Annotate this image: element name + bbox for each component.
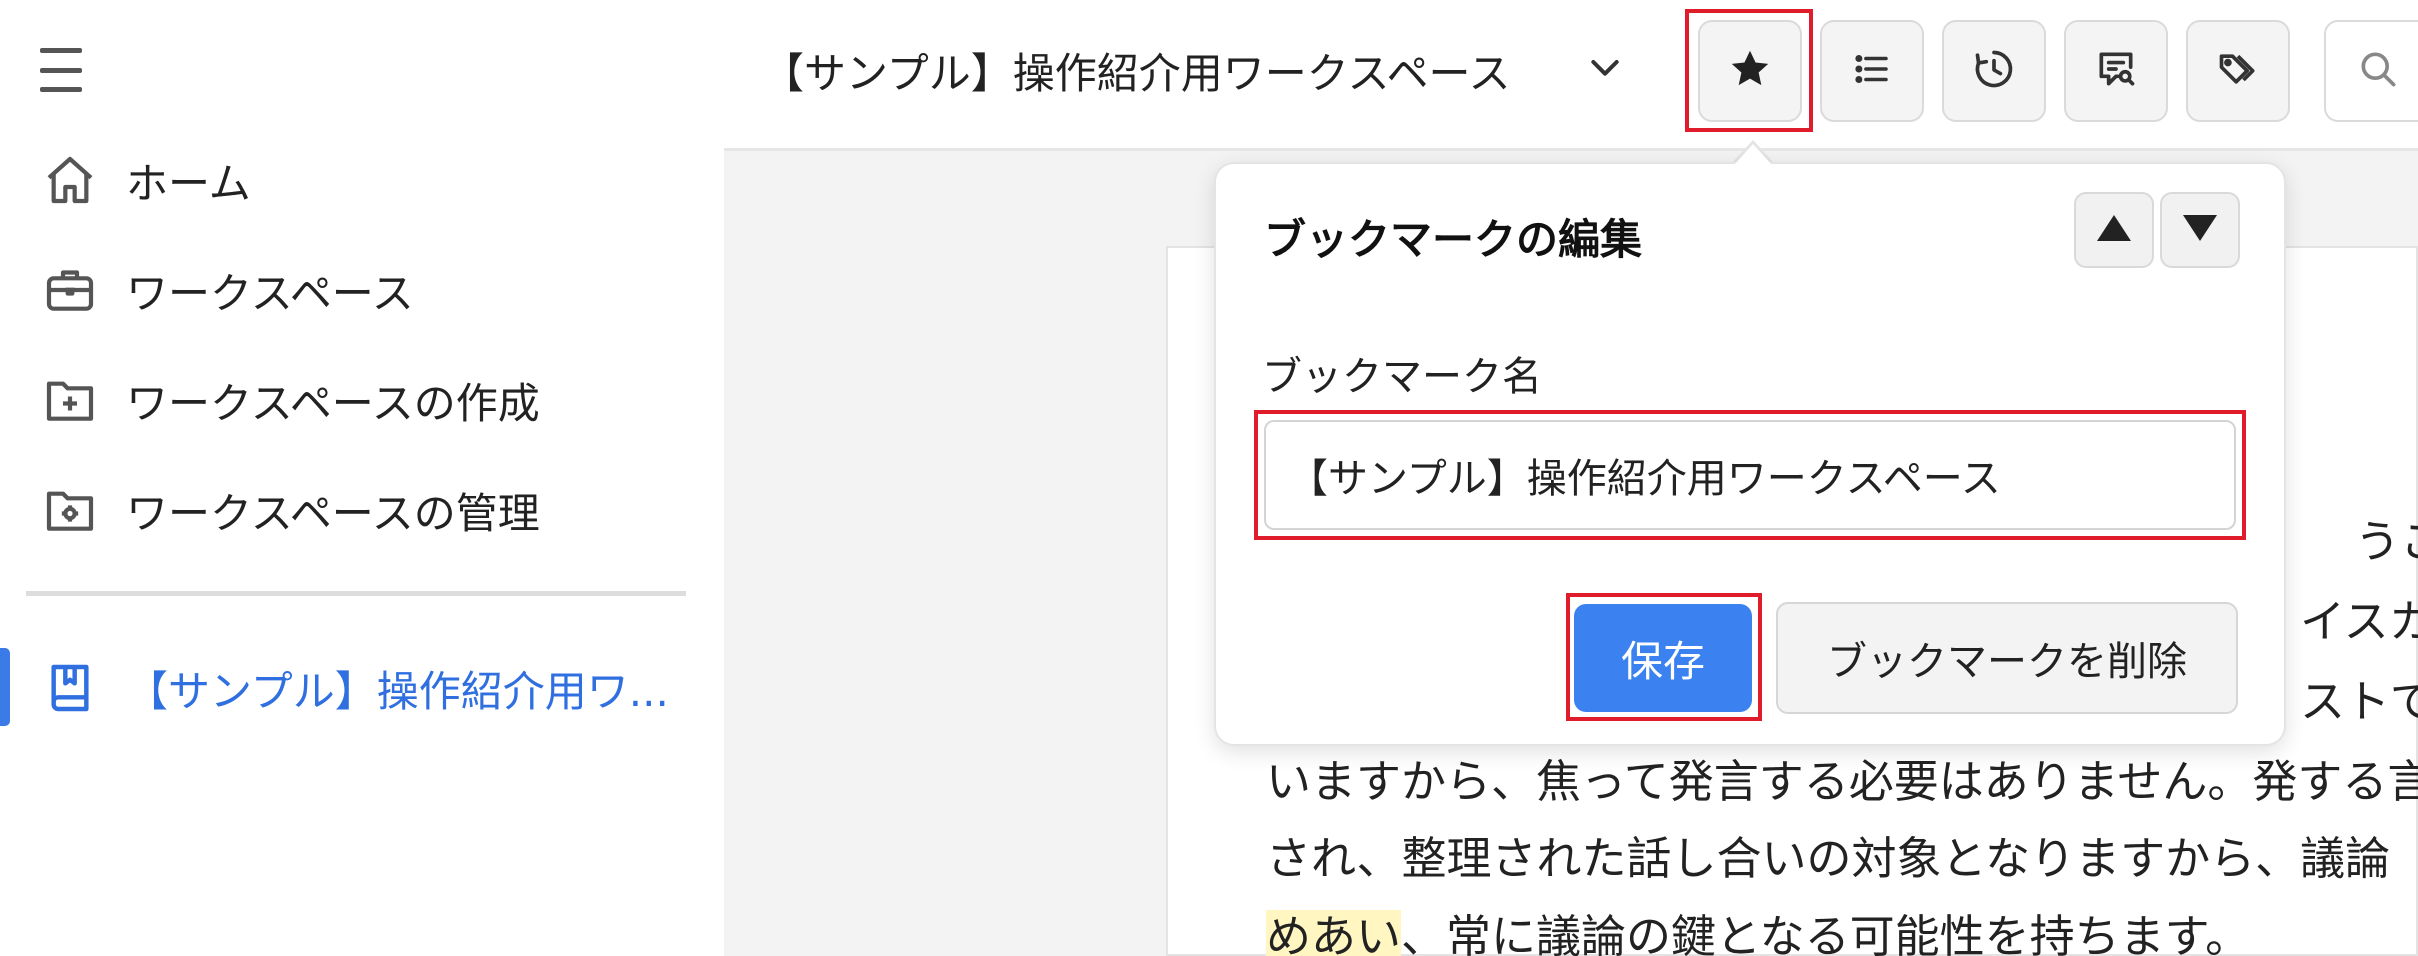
workspace-title: 【サンプル】操作紹介用ワークスペース — [762, 49, 1511, 98]
tags-icon — [2216, 47, 2260, 95]
sidebar-item-label: ワークスペース — [126, 268, 414, 318]
sidebar: ホーム ワークスペース ワークスペースの作成 ワークスペースの管理 【サンプル】… — [0, 0, 724, 956]
document-text: めあい、常に議論の鍵となる可能性を持ちます。 — [1266, 900, 2250, 956]
folder-gear-icon — [38, 478, 102, 542]
popover-arrow-inner — [1734, 144, 1772, 165]
save-button[interactable]: 保存 — [1574, 604, 1752, 712]
chevron-down-icon — [1585, 47, 1625, 91]
triangle-up-icon — [2095, 213, 2133, 247]
sidebar-item-home[interactable]: ホーム — [38, 140, 698, 220]
search-icon — [2356, 47, 2400, 95]
star-icon — [1727, 46, 1773, 96]
document-text: され、整理された話し合いの対象となりますから、議論 — [1266, 832, 2391, 885]
bookmark-name-label: ブックマーク名 — [1262, 354, 1542, 400]
highlighted-text: めあい — [1266, 910, 1402, 956]
active-indicator — [0, 648, 10, 726]
document-text: いますから、焦って発言する必要はありません。発する言 — [1266, 755, 2418, 808]
bookmark-book-icon — [38, 656, 102, 720]
sidebar-item-label: ワークスペースの管理 — [126, 488, 540, 538]
folder-plus-icon — [38, 368, 102, 432]
search-button[interactable] — [2324, 20, 2418, 122]
bookmark-button[interactable] — [1698, 20, 1802, 122]
move-up-button[interactable] — [2074, 192, 2154, 268]
sidebar-divider — [26, 591, 686, 596]
sidebar-item-bookmark[interactable]: 【サンプル】操作紹介用ワ... — [38, 648, 698, 728]
comment-search-button[interactable] — [2064, 20, 2168, 122]
history-button[interactable] — [1942, 20, 2046, 122]
document-text: ストで — [2300, 675, 2418, 728]
briefcase-icon — [38, 258, 102, 322]
app-root: ホーム ワークスペース ワークスペースの作成 ワークスペースの管理 【サンプル】… — [0, 0, 2418, 956]
tags-button[interactable] — [2186, 20, 2290, 122]
bookmark-name-input[interactable] — [1264, 420, 2236, 530]
document-text: うこと — [2355, 515, 2418, 568]
sidebar-item-label: ホーム — [126, 158, 251, 208]
move-down-button[interactable] — [2160, 192, 2240, 268]
sidebar-item-workspace[interactable]: ワークスペース — [38, 250, 698, 330]
delete-bookmark-button[interactable]: ブックマークを削除 — [1776, 602, 2238, 714]
document-text: イスカッ — [2300, 595, 2418, 648]
hamburger-menu-icon[interactable] — [40, 48, 92, 92]
comment-search-icon — [2094, 47, 2138, 95]
popover-title: ブックマークの編集 — [1264, 215, 1643, 264]
workspace-switch-button[interactable] — [1578, 42, 1632, 96]
outline-button[interactable] — [1820, 20, 1924, 122]
sidebar-item-create-workspace[interactable]: ワークスペースの作成 — [38, 360, 698, 440]
triangle-down-icon — [2181, 213, 2219, 247]
home-icon — [38, 148, 102, 212]
history-icon — [1972, 47, 2016, 95]
sidebar-item-label: ワークスペースの作成 — [126, 378, 540, 428]
document-text: 、常に議論の鍵となる可能性を持ちます。 — [1401, 910, 2251, 956]
sidebar-bookmark-label: 【サンプル】操作紹介用ワ... — [126, 666, 669, 716]
header-divider — [724, 148, 2418, 151]
sidebar-item-manage-workspace[interactable]: ワークスペースの管理 — [38, 470, 698, 550]
list-icon — [1851, 48, 1893, 94]
